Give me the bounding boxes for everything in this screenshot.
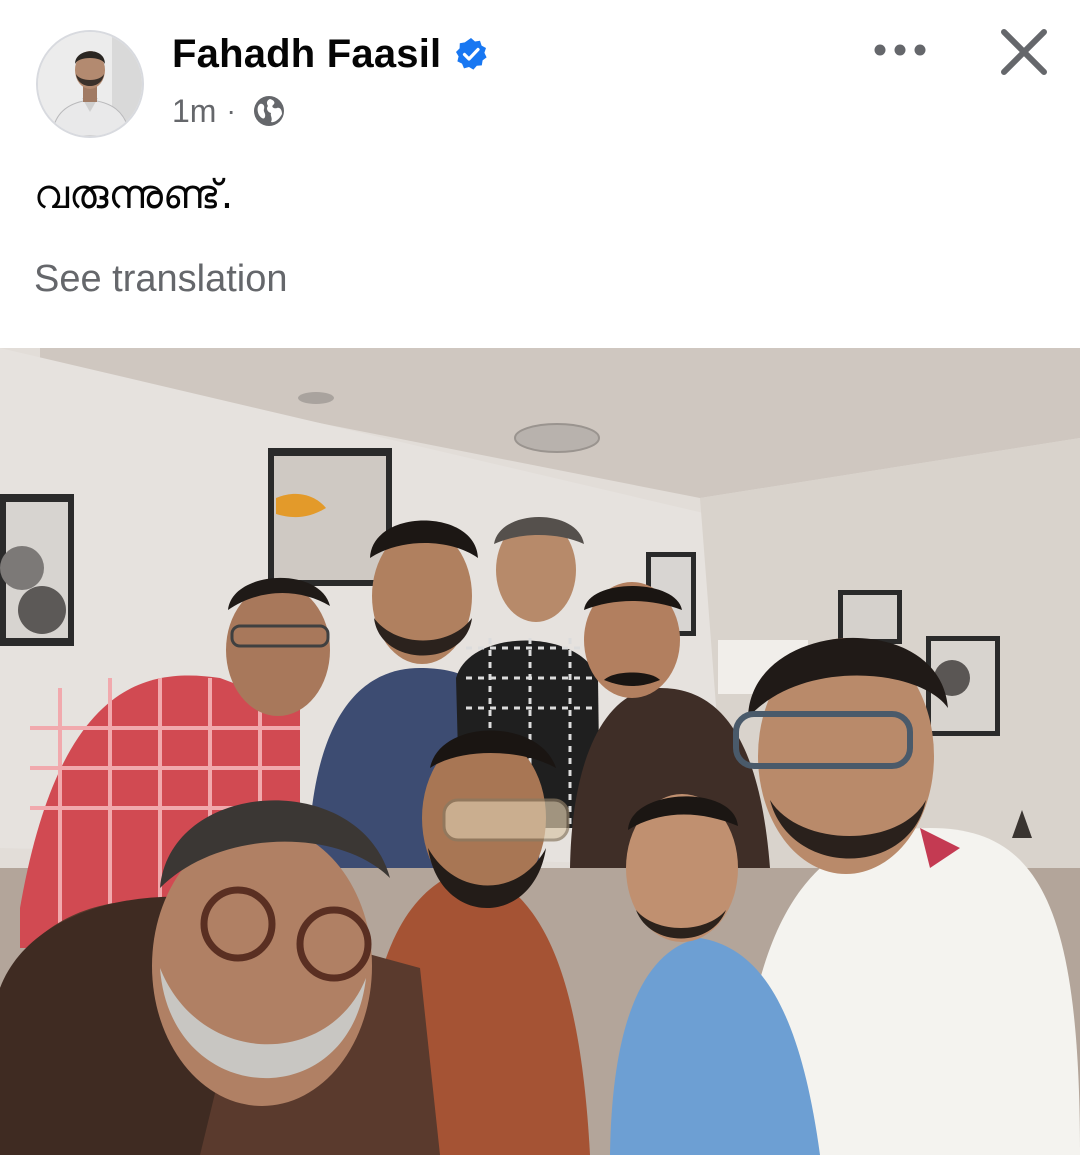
verified-badge-icon — [453, 36, 489, 72]
author-row: Fahadh Faasil — [172, 28, 489, 80]
more-options-icon — [874, 44, 926, 56]
post-meta: 1m · — [172, 88, 286, 134]
post-header: Fahadh Faasil 1m · — [0, 0, 1080, 150]
author-avatar[interactable] — [36, 30, 144, 138]
post-viewer: Fahadh Faasil 1m · വരുന്നുണ്ട്. See tran… — [0, 0, 1080, 1155]
author-name[interactable]: Fahadh Faasil — [172, 32, 441, 77]
close-icon — [1001, 29, 1047, 75]
group-selfie-photo — [0, 348, 1080, 1155]
meta-separator: · — [226, 95, 236, 126]
globe-icon[interactable] — [252, 94, 286, 128]
avatar-image — [38, 32, 142, 136]
post-timestamp[interactable]: 1m — [172, 93, 216, 130]
post-photo[interactable] — [0, 348, 1080, 1155]
more-options-button[interactable] — [868, 30, 932, 70]
close-button[interactable] — [994, 22, 1054, 82]
see-translation-link[interactable]: See translation — [34, 258, 288, 301]
post-text: വരുന്നുണ്ട്. — [34, 172, 234, 218]
